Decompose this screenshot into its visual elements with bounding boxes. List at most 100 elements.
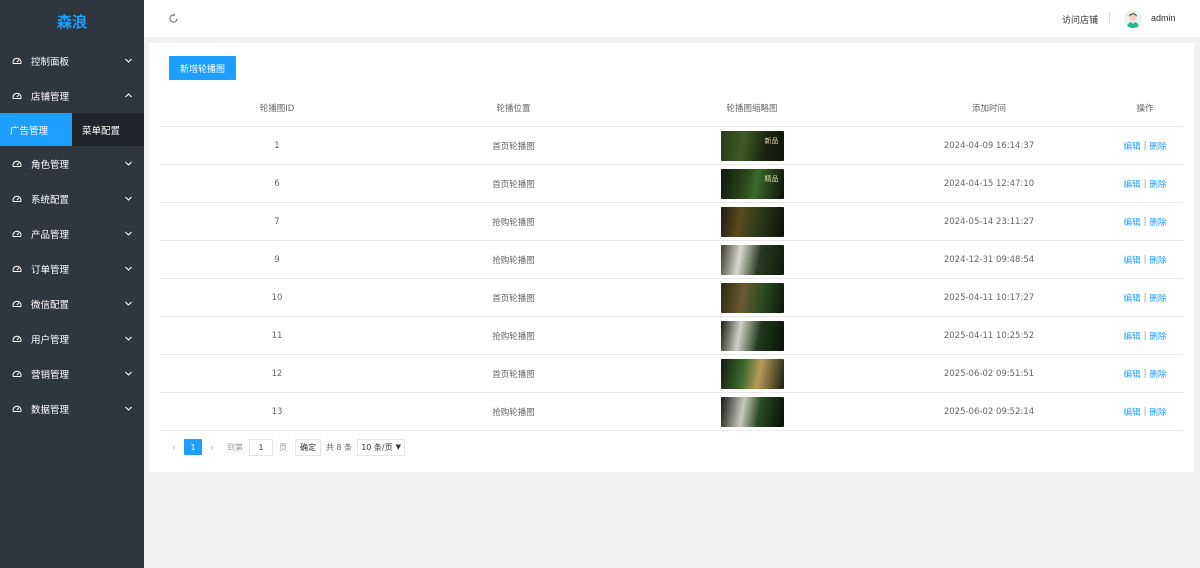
chevron-down-icon: ▼: [395, 443, 401, 451]
edit-link[interactable]: 编辑: [1124, 254, 1141, 266]
carousel-thumbnail[interactable]: 新品: [720, 130, 784, 161]
sidebar-item-label: 营销管理: [31, 369, 70, 381]
carousel-thumbnail[interactable]: 精品: [720, 168, 784, 199]
submenu-item[interactable]: 菜单配置: [72, 113, 144, 146]
cell-position: 首页轮播图: [492, 179, 535, 190]
page-size-select[interactable]: 10 条/页 ▼: [357, 438, 405, 456]
table-header: 轮播图ID 轮播位置 轮播图缩略图 添加时间 操作: [160, 89, 1183, 127]
carousel-thumbnail[interactable]: [720, 206, 784, 237]
cell-position: 首页轮播图: [492, 293, 535, 304]
submenu-item[interactable]: 广告管理: [0, 113, 72, 146]
delete-link[interactable]: 删除: [1149, 216, 1166, 228]
sidebar-item-label: 控制面板: [31, 56, 70, 68]
table-row: 12 首页轮播图 2025-06-02 09:51:51 编辑 | 删除: [160, 355, 1183, 393]
delete-link[interactable]: 删除: [1149, 406, 1166, 418]
sidebar-item[interactable]: 微信配置: [0, 286, 144, 321]
table-row: 6 首页轮播图 精品 2024-04-15 12:47:10 编辑 | 删除: [160, 165, 1183, 203]
prev-page-button[interactable]: ‹: [167, 438, 181, 456]
cell-position: 首页轮播图: [492, 369, 535, 380]
goto-page-input[interactable]: [249, 438, 273, 456]
chevron-down-icon: [124, 369, 133, 378]
delete-link[interactable]: 删除: [1149, 254, 1166, 266]
logo: 森浪: [56, 13, 87, 31]
sidebar-item[interactable]: 店铺管理: [0, 78, 144, 113]
cell-id: 13: [271, 406, 283, 417]
cell-time: 2025-06-02 09:51:51: [943, 368, 1035, 379]
table-row: 1 首页轮播图 新品 2024-04-09 16:14:37 编辑 | 删除: [160, 127, 1183, 165]
edit-link[interactable]: 编辑: [1124, 406, 1141, 418]
cell-id: 1: [274, 140, 280, 151]
chevron-down-icon: [124, 299, 133, 308]
cell-id: 11: [271, 330, 283, 341]
edit-link[interactable]: 编辑: [1124, 292, 1141, 304]
carousel-table: 轮播图ID 轮播位置 轮播图缩略图 添加时间 操作 1 首页轮播图 新品 2024-0…: [160, 89, 1183, 431]
edit-link[interactable]: 编辑: [1124, 216, 1141, 228]
current-page-button[interactable]: 1: [184, 439, 202, 455]
cell-thumbnail: [633, 317, 871, 354]
cell-actions: 编辑 | 删除: [1107, 393, 1183, 430]
dashboard-icon: [12, 159, 22, 169]
cell-actions: 编辑 | 删除: [1107, 241, 1183, 278]
edit-link[interactable]: 编辑: [1124, 368, 1141, 380]
cell-position: 抢购轮播图: [492, 217, 535, 228]
username[interactable]: admin: [1151, 13, 1176, 23]
carousel-thumbnail[interactable]: [720, 282, 784, 313]
sidebar-item-label: 产品管理: [31, 229, 70, 241]
visit-store-link[interactable]: 访问店铺: [1062, 13, 1098, 26]
sidebar-item[interactable]: 用户管理: [0, 321, 144, 356]
column-header-id: 轮播图ID: [259, 103, 295, 114]
sidebar-item-label: 店铺管理: [31, 91, 70, 103]
delete-link[interactable]: 删除: [1149, 140, 1166, 152]
chevron-down-icon: [124, 56, 133, 65]
sidebar-item[interactable]: 角色管理: [0, 146, 144, 181]
action-separator: |: [1143, 140, 1147, 151]
goto-label: 到第: [227, 442, 243, 452]
sidebar-item[interactable]: 控制面板: [0, 43, 144, 78]
total-count: 共 8 条: [326, 442, 353, 452]
nav-list: 控制面板店铺管理广告管理 菜单配置 角色管理系统配置产品管理订单管理 微信配置 用户管理…: [0, 43, 144, 426]
cell-position: 抢购轮播图: [492, 407, 535, 418]
carousel-thumbnail[interactable]: [720, 358, 784, 389]
carousel-thumbnail[interactable]: [720, 244, 784, 275]
dashboard-icon: [12, 264, 22, 274]
table-row: 9 抢购轮播图 2024-12-31 09:48:54 编辑 | 删除: [160, 241, 1183, 279]
cell-actions: 编辑 | 删除: [1107, 317, 1183, 354]
delete-link[interactable]: 删除: [1149, 368, 1166, 380]
cell-thumbnail: [633, 355, 871, 392]
dashboard-icon: [12, 56, 22, 66]
sidebar-item[interactable]: 订单管理: [0, 251, 144, 286]
chevron-up-icon: [124, 91, 133, 100]
sidebar-item[interactable]: 系统配置: [0, 181, 144, 216]
add-carousel-button[interactable]: 新增轮播图: [169, 56, 236, 80]
edit-link[interactable]: 编辑: [1124, 140, 1141, 152]
next-page-button[interactable]: ›: [205, 438, 219, 456]
edit-link[interactable]: 编辑: [1124, 178, 1141, 190]
goto-confirm-button[interactable]: 确定: [295, 438, 321, 456]
carousel-thumbnail[interactable]: [720, 396, 784, 427]
action-separator: |: [1143, 406, 1147, 417]
dashboard-icon: [12, 91, 22, 101]
sidebar-item[interactable]: 营销管理: [0, 356, 144, 391]
sidebar-item[interactable]: 数据管理: [0, 391, 144, 426]
delete-link[interactable]: 删除: [1149, 330, 1166, 342]
avatar[interactable]: [1124, 10, 1142, 28]
action-separator: |: [1143, 368, 1147, 379]
edit-link[interactable]: 编辑: [1124, 330, 1141, 342]
refresh-icon[interactable]: [168, 13, 179, 24]
sidebar-item-label: 系统配置: [31, 194, 70, 206]
table-body: 1 首页轮播图 新品 2024-04-09 16:14:37 编辑 | 删除 6 首页轮播图 精品…: [160, 127, 1183, 431]
cell-actions: 编辑 | 删除: [1107, 203, 1183, 240]
dashboard-icon: [12, 229, 22, 239]
carousel-thumbnail[interactable]: [720, 320, 784, 351]
cell-time: 2024-04-15 12:47:10: [943, 178, 1035, 189]
cell-id: 6: [274, 178, 280, 189]
delete-link[interactable]: 删除: [1149, 178, 1166, 190]
chevron-down-icon: [124, 229, 133, 238]
thumbnail-caption: 精品: [764, 174, 779, 183]
cell-time: 2025-04-11 10:25:52: [943, 330, 1035, 341]
cell-actions: 编辑 | 删除: [1107, 127, 1183, 164]
page-size-value: 10 条/页: [361, 442, 393, 452]
sidebar-item[interactable]: 产品管理: [0, 216, 144, 251]
delete-link[interactable]: 删除: [1149, 292, 1166, 304]
action-separator: |: [1143, 330, 1147, 341]
